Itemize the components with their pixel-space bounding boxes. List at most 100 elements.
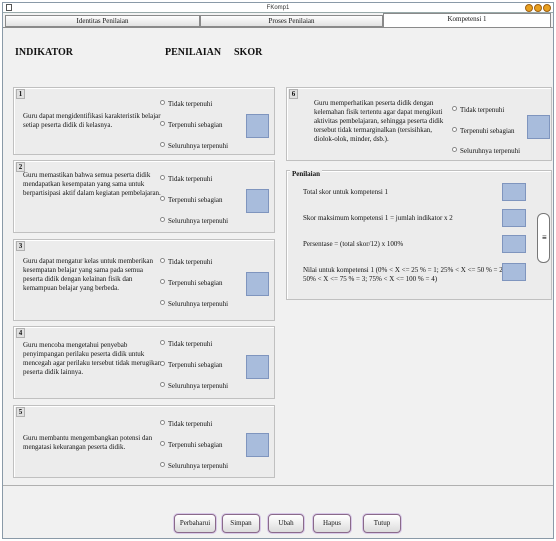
tab-strip: Identitas Penilaian Proses Penilaian Kom…: [3, 13, 553, 28]
header-indikator: INDIKATOR: [15, 47, 73, 58]
radio-circle: [160, 462, 165, 467]
indicator-text: Guru memperhatikan peserta didik dengan …: [314, 99, 444, 143]
radio-circle: [452, 147, 457, 152]
option-label: Terpenuhi sebagian: [168, 441, 223, 449]
nilai-label: Nilai untuk kompetensi 1 (0% < X <= 25 %…: [303, 266, 505, 283]
tab-identitas-penilaian[interactable]: Identitas Penilaian: [5, 15, 200, 27]
radio-terpenuhi-sebagian[interactable]: Terpenuhi sebagian: [160, 441, 223, 450]
indicator-3-panel: 3 Guru dapat mengatur kelas untuk member…: [13, 239, 275, 321]
option-label: Seluruhnya terpenuhi: [460, 147, 521, 155]
indicator-number: 4: [16, 328, 25, 338]
radio-circle: [160, 382, 165, 387]
radio-circle: [160, 279, 165, 284]
radio-tidak-terpenuhi[interactable]: Tidak terpenuhi: [160, 258, 212, 267]
radio-seluruhnya-terpenuhi[interactable]: Seluruhnya terpenuhi: [160, 217, 228, 226]
close-button[interactable]: [543, 4, 551, 12]
indicator-1-panel: 1 Guru dapat mengidentifikasi karakteris…: [13, 87, 275, 155]
tab-kompetensi-1[interactable]: Kompetensi 1: [383, 13, 551, 28]
radio-tidak-terpenuhi[interactable]: Tidak terpenuhi: [452, 106, 504, 115]
score-field[interactable]: [527, 115, 550, 139]
option-label: Seluruhnya terpenuhi: [168, 382, 229, 390]
option-label: Tidak terpenuhi: [168, 258, 213, 266]
total-skor-field[interactable]: [502, 183, 526, 201]
indicator-number: 5: [16, 407, 25, 417]
score-field[interactable]: [246, 114, 269, 138]
maximize-button[interactable]: [534, 4, 542, 12]
skor-maksimum-label: Skor maksimum kompetensi 1 = jumlah indi…: [303, 214, 453, 222]
penilaian-group: Penilaian Total skor untuk kompetensi 1 …: [286, 170, 552, 300]
indicator-2-panel: 2 Guru memastikan bahwa semua peserta di…: [13, 160, 275, 233]
indicator-6-panel: 6 Guru memperhatikan peserta didik denga…: [286, 87, 552, 161]
radio-terpenuhi-sebagian[interactable]: Terpenuhi sebagian: [160, 121, 223, 130]
indicator-text: Guru memastikan bahwa semua peserta didi…: [23, 171, 161, 197]
indicator-text: Guru dapat mengatur kelas untuk memberik…: [23, 257, 154, 292]
radio-tidak-terpenuhi[interactable]: Tidak terpenuhi: [160, 340, 212, 349]
radio-circle: [160, 340, 165, 345]
minimize-button[interactable]: [525, 4, 533, 12]
score-field[interactable]: [246, 433, 269, 457]
hapus-button[interactable]: Hapus: [313, 514, 351, 533]
radio-tidak-terpenuhi[interactable]: Tidak terpenuhi: [160, 100, 212, 109]
radio-seluruhnya-terpenuhi[interactable]: Seluruhnya terpenuhi: [160, 142, 228, 151]
indicator-number: 1: [16, 89, 25, 99]
radio-terpenuhi-sebagian[interactable]: Terpenuhi sebagian: [160, 361, 223, 370]
radio-seluruhnya-terpenuhi[interactable]: Seluruhnya terpenuhi: [452, 147, 520, 156]
scroll-knob[interactable]: ≡: [537, 213, 550, 263]
radio-circle: [452, 106, 457, 111]
radio-circle: [160, 258, 165, 263]
radio-terpenuhi-sebagian[interactable]: Terpenuhi sebagian: [160, 279, 223, 288]
option-label: Tidak terpenuhi: [460, 106, 505, 114]
radio-seluruhnya-terpenuhi[interactable]: Seluruhnya terpenuhi: [160, 382, 228, 391]
radio-terpenuhi-sebagian[interactable]: Terpenuhi sebagian: [160, 196, 223, 205]
window-title: FKomp1: [266, 5, 290, 11]
radio-circle: [160, 361, 165, 366]
nilai-field[interactable]: [502, 263, 526, 281]
radio-circle: [160, 196, 165, 201]
score-field[interactable]: [246, 355, 269, 379]
penilaian-title: Penilaian: [290, 170, 323, 178]
radio-tidak-terpenuhi[interactable]: Tidak terpenuhi: [160, 175, 212, 184]
button-bar: Perbaharui Simpan Ubah Hapus Tutup: [3, 485, 553, 538]
radio-circle: [160, 217, 165, 222]
radio-seluruhnya-terpenuhi[interactable]: Seluruhnya terpenuhi: [160, 462, 228, 471]
indicator-number: 6: [289, 89, 298, 99]
score-field[interactable]: [246, 189, 269, 213]
tutup-button[interactable]: Tutup: [363, 514, 401, 533]
option-label: Terpenuhi sebagian: [168, 361, 223, 369]
radio-circle: [160, 420, 165, 425]
radio-terpenuhi-sebagian[interactable]: Terpenuhi sebagian: [452, 127, 515, 136]
option-label: Seluruhnya terpenuhi: [168, 300, 229, 308]
indicator-text: Guru dapat mengidentifikasi karakteristi…: [23, 112, 161, 129]
option-label: Seluruhnya terpenuhi: [168, 462, 229, 470]
radio-seluruhnya-terpenuhi[interactable]: Seluruhnya terpenuhi: [160, 300, 228, 309]
ubah-button[interactable]: Ubah: [268, 514, 304, 533]
option-label: Seluruhnya terpenuhi: [168, 217, 229, 225]
radio-circle: [160, 300, 165, 305]
radio-circle: [160, 175, 165, 180]
radio-circle: [452, 127, 457, 132]
radio-circle: [160, 100, 165, 105]
option-label: Tidak terpenuhi: [168, 340, 213, 348]
total-skor-label: Total skor untuk kompetensi 1: [303, 188, 389, 196]
simpan-button[interactable]: Simpan: [222, 514, 260, 533]
header-penilaian: PENILAIAN: [165, 47, 222, 58]
radio-circle: [160, 142, 165, 147]
radio-circle: [160, 121, 165, 126]
score-field[interactable]: [246, 272, 269, 296]
app-window: FKomp1 Identitas Penilaian Proses Penila…: [2, 2, 554, 539]
grip-icon: ≡: [542, 233, 547, 242]
indicator-text: Guru mencoba mengetahui penyebab penyimp…: [23, 341, 162, 376]
perbaharui-button[interactable]: Perbaharui: [174, 514, 216, 533]
indicator-4-panel: 4 Guru mencoba mengetahui penyebab penyi…: [13, 326, 275, 399]
option-label: Tidak terpenuhi: [168, 175, 213, 183]
option-label: Terpenuhi sebagian: [460, 127, 515, 135]
indicator-5-panel: 5 Guru membantu mengembangkan potensi da…: [13, 405, 275, 478]
skor-maksimum-field[interactable]: [502, 209, 526, 227]
tab-proses-penilaian[interactable]: Proses Penilaian: [200, 15, 383, 27]
header-skor: SKOR: [234, 47, 263, 58]
option-label: Terpenuhi sebagian: [168, 279, 223, 287]
indicator-text: Guru membantu mengembangkan potensi dan …: [23, 434, 153, 451]
radio-tidak-terpenuhi[interactable]: Tidak terpenuhi: [160, 420, 212, 429]
radio-circle: [160, 441, 165, 446]
persentase-field[interactable]: [502, 235, 526, 253]
